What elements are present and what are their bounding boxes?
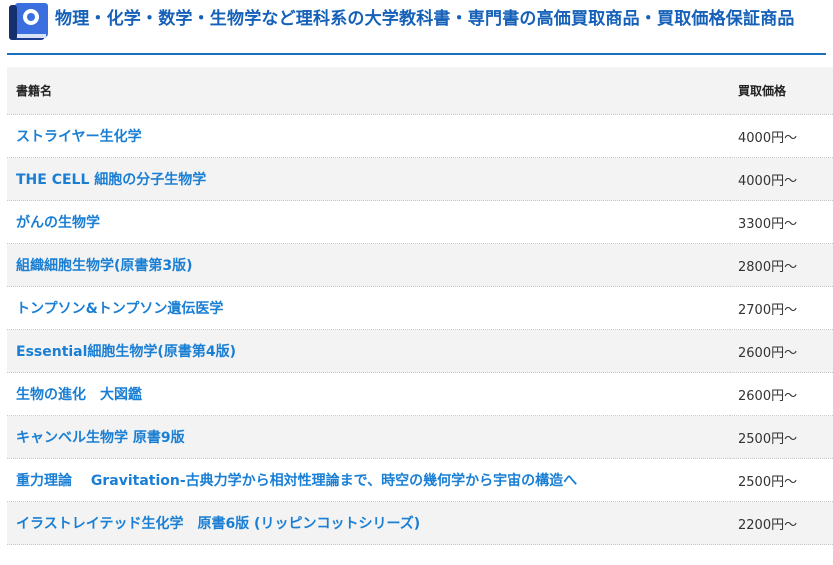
price-cell: 3300円〜 bbox=[730, 200, 833, 244]
book-title-cell: キャンベル生物学 原書9版 bbox=[7, 415, 730, 459]
table-row: 生物の進化 大図鑑 2600円〜 bbox=[7, 372, 833, 416]
book-title-cell: 組織細胞生物学(原書第3版) bbox=[7, 243, 730, 287]
column-header-price: 買取価格 bbox=[730, 67, 833, 115]
book-title-cell: 生物の進化 大図鑑 bbox=[7, 372, 730, 416]
price-cell: 2800円〜 bbox=[730, 243, 833, 287]
table-header-row: 書籍名 買取価格 bbox=[7, 67, 833, 115]
price-cell: 2600円〜 bbox=[730, 329, 833, 373]
table-row: 組織細胞生物学(原書第3版) 2800円〜 bbox=[7, 243, 833, 287]
table-row: トンプソン&トンプソン遺伝医学 2700円〜 bbox=[7, 286, 833, 330]
table-row: 重力理論 Gravitation-古典力学から相対性理論まで、時空の幾何学から宇… bbox=[7, 458, 833, 502]
book-title-link[interactable]: ストライヤー生化学 bbox=[16, 129, 142, 145]
book-title-link[interactable]: イラストレイテッド生化学 原書6版 (リッピンコットシリーズ) bbox=[16, 516, 420, 532]
book-title-cell: THE CELL 細胞の分子生物学 bbox=[7, 157, 730, 201]
book-title-link[interactable]: Essential細胞生物学(原書第4版) bbox=[16, 344, 236, 360]
book-title-link[interactable]: トンプソン&トンプソン遺伝医学 bbox=[16, 301, 223, 317]
book-title-cell: ストライヤー生化学 bbox=[7, 114, 730, 158]
table-row: THE CELL 細胞の分子生物学 4000円〜 bbox=[7, 157, 833, 201]
price-cell: 2500円〜 bbox=[730, 415, 833, 459]
book-title-link[interactable]: がんの生物学 bbox=[16, 215, 100, 231]
book-title-link[interactable]: 組織細胞生物学(原書第3版) bbox=[16, 258, 193, 274]
price-cell: 2500円〜 bbox=[730, 458, 833, 502]
book-title-cell: トンプソン&トンプソン遺伝医学 bbox=[7, 286, 730, 330]
page-title: 物理・化学・数学・生物学など理科系の大学教科書・専門書の高価買取商品・買取価格保… bbox=[55, 9, 795, 29]
book-title-cell: 重力理論 Gravitation-古典力学から相対性理論まで、時空の幾何学から宇… bbox=[7, 458, 730, 502]
price-cell: 4000円〜 bbox=[730, 114, 833, 158]
table-row: Essential細胞生物学(原書第4版) 2600円〜 bbox=[7, 329, 833, 373]
table-row: ストライヤー生化学 4000円〜 bbox=[7, 114, 833, 158]
price-cell: 4000円〜 bbox=[730, 157, 833, 201]
price-cell: 2200円〜 bbox=[730, 501, 833, 545]
book-title-cell: がんの生物学 bbox=[7, 200, 730, 244]
book-title-link[interactable]: 生物の進化 大図鑑 bbox=[16, 387, 142, 403]
table-row: イラストレイテッド生化学 原書6版 (リッピンコットシリーズ) 2200円〜 bbox=[7, 501, 833, 545]
book-title-cell: Essential細胞生物学(原書第4版) bbox=[7, 329, 730, 373]
book-title-cell: イラストレイテッド生化学 原書6版 (リッピンコットシリーズ) bbox=[7, 501, 730, 545]
price-cell: 2600円〜 bbox=[730, 372, 833, 416]
book-title-link[interactable]: THE CELL 細胞の分子生物学 bbox=[16, 172, 206, 188]
book-title-link[interactable]: キャンベル生物学 原書9版 bbox=[16, 430, 185, 446]
column-header-title: 書籍名 bbox=[7, 67, 730, 115]
price-table: 書籍名 買取価格 ストライヤー生化学 4000円〜 THE CELL 細胞の分子生物… bbox=[7, 67, 833, 545]
table-row: がんの生物学 3300円〜 bbox=[7, 200, 833, 244]
table-row: キャンベル生物学 原書9版 2500円〜 bbox=[7, 415, 833, 459]
book-icon bbox=[7, 2, 49, 42]
book-title-link[interactable]: 重力理論 Gravitation-古典力学から相対性理論まで、時空の幾何学から宇… bbox=[16, 473, 577, 489]
section-heading: 物理・化学・数学・生物学など理科系の大学教科書・専門書の高価買取商品・買取価格保… bbox=[7, 0, 826, 55]
price-cell: 2700円〜 bbox=[730, 286, 833, 330]
